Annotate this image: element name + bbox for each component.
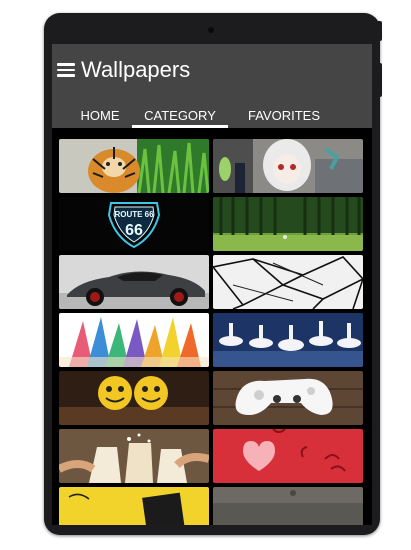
route-66-image: ROUTE 66 66 xyxy=(59,197,209,251)
tab-category-label: CATEGORY xyxy=(144,108,216,123)
tiger-image xyxy=(59,139,209,193)
volume-button xyxy=(378,63,382,97)
anime-image xyxy=(213,139,363,193)
power-button xyxy=(378,21,382,41)
category-tile-pencils[interactable] xyxy=(59,313,209,367)
drinks-image xyxy=(59,429,209,483)
category-tile-gray[interactable] xyxy=(213,487,363,525)
tab-bar: HOME CATEGORY FAVORITES xyxy=(52,100,372,128)
smileys-image xyxy=(59,371,209,425)
svg-text:66: 66 xyxy=(125,222,143,239)
category-tile-ballet[interactable] xyxy=(213,313,363,367)
tab-active-indicator xyxy=(132,125,228,128)
category-tile-forest[interactable] xyxy=(213,197,363,251)
tab-favorites-label: FAVORITES xyxy=(248,108,320,123)
tab-favorites[interactable]: FAVORITES xyxy=(228,100,340,137)
category-tile-tiger[interactable] xyxy=(59,139,209,193)
front-camera xyxy=(208,27,214,33)
route-66-caption: ROUTE 66 xyxy=(114,210,154,219)
car-image xyxy=(59,255,209,309)
category-tile-smileys[interactable] xyxy=(59,371,209,425)
app-bar: Wallpapers HOME CATEGORY FAVORITES xyxy=(52,44,372,128)
tab-category[interactable]: CATEGORY xyxy=(132,100,228,137)
gray-image xyxy=(213,487,363,525)
forest-image xyxy=(213,197,363,251)
category-tile-yellow[interactable] xyxy=(59,487,209,525)
category-tile-hearts[interactable] xyxy=(213,429,363,483)
hearts-image xyxy=(213,429,363,483)
pencils-image xyxy=(59,313,209,367)
abstract-image xyxy=(213,255,363,309)
category-tile-route-66[interactable]: ROUTE 66 66 xyxy=(59,197,209,251)
app-title: Wallpapers xyxy=(81,57,191,82)
app-screen: Wallpapers HOME CATEGORY FAVORITES ROUTE… xyxy=(52,44,372,525)
tab-home-label: HOME xyxy=(80,108,120,123)
category-tile-controller[interactable] xyxy=(213,371,363,425)
category-tile-anime[interactable] xyxy=(213,139,363,193)
hamburger-menu-icon[interactable] xyxy=(57,63,75,77)
category-tile-car[interactable] xyxy=(59,255,209,309)
tablet-frame: Wallpapers HOME CATEGORY FAVORITES ROUTE… xyxy=(44,13,382,535)
category-tile-drinks[interactable] xyxy=(59,429,209,483)
controller-image xyxy=(213,371,363,425)
category-tile-abstract[interactable] xyxy=(213,255,363,309)
ballet-image xyxy=(213,313,363,367)
yellow-image xyxy=(59,487,209,525)
